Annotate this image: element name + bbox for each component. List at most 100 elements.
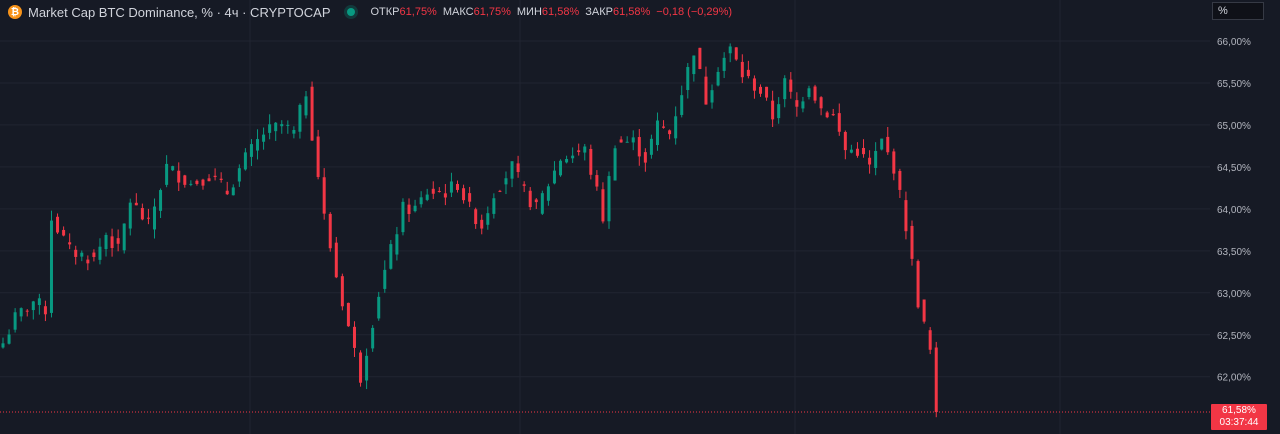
candle <box>898 168 902 199</box>
last-price-tag: 61,58% 03:37:44 <box>1211 404 1267 430</box>
candle <box>904 191 908 240</box>
candle-body <box>110 236 114 249</box>
candle-body <box>225 190 229 195</box>
candle <box>359 350 363 387</box>
candle <box>262 127 266 150</box>
candle <box>613 145 617 181</box>
bitcoin-icon: ₿ <box>8 5 22 19</box>
symbol-title[interactable]: Market Cap BTC Dominance, % · 4ч · CRYPT… <box>28 5 331 20</box>
candle <box>868 150 872 174</box>
candle-body <box>413 205 417 212</box>
candle <box>680 85 684 118</box>
candle <box>480 214 484 235</box>
candle-body <box>565 158 569 163</box>
candle <box>171 165 175 172</box>
close-value: 61,58% <box>612 6 651 18</box>
y-tick-label: 64,00% <box>1217 205 1251 216</box>
candle-body <box>880 138 884 150</box>
price-chart[interactable]: 62,00% 62,50% 63,00% 63,50% 64,00% 64,50% 65,0… <box>0 0 1280 434</box>
candle-body <box>898 170 902 190</box>
candle-body <box>746 69 750 77</box>
candle-body <box>328 213 332 249</box>
candle <box>528 187 532 211</box>
y-tick-label: 64,50% <box>1217 163 1251 174</box>
candle <box>37 293 41 315</box>
candle-body <box>56 216 60 233</box>
candle-body <box>637 137 641 157</box>
chart-legend: ₿ Market Cap BTC Dominance, % · 4ч · CRY… <box>8 3 732 21</box>
candle-body <box>486 213 490 225</box>
y-tick-label: 63,50% <box>1217 247 1251 258</box>
candle <box>183 174 187 188</box>
candle-body <box>862 147 866 155</box>
candle-body <box>492 198 496 214</box>
candle-body <box>668 130 672 135</box>
candle <box>207 174 211 182</box>
candle-body <box>298 104 302 132</box>
candle <box>25 309 29 317</box>
candle <box>128 198 132 236</box>
candle-body <box>498 190 502 192</box>
last-price-value: 61,58% <box>1222 405 1256 416</box>
candle-body <box>631 137 635 143</box>
candle-body <box>322 177 326 214</box>
axis-unit-box[interactable]: % <box>1212 2 1264 20</box>
candle <box>783 75 787 108</box>
candle <box>86 255 90 271</box>
candle <box>698 47 702 70</box>
candle-body <box>7 334 11 344</box>
candle <box>643 148 647 172</box>
candle <box>62 226 66 237</box>
candle-body <box>892 151 896 174</box>
candle <box>922 299 926 324</box>
candle-body <box>316 136 320 177</box>
candle <box>280 120 284 134</box>
candle-body <box>516 163 520 173</box>
candle <box>256 129 260 160</box>
candle-body <box>310 86 314 141</box>
candle <box>213 168 217 181</box>
market-status-icon <box>346 8 355 16</box>
candle-body <box>740 61 744 78</box>
candle-body <box>146 217 150 219</box>
candle <box>601 182 605 224</box>
candle-body <box>655 120 659 146</box>
candle-body <box>462 188 466 201</box>
candle <box>934 341 938 418</box>
candle-body <box>443 193 447 198</box>
candle-body <box>407 204 411 215</box>
candle-body <box>86 259 90 264</box>
candle <box>401 198 405 236</box>
candle-body <box>340 276 344 307</box>
candle-body <box>595 175 599 187</box>
candle-body <box>698 47 702 70</box>
candle-body <box>292 129 296 134</box>
candle <box>486 206 490 230</box>
candle-body <box>37 298 41 306</box>
candle <box>728 43 732 63</box>
candle-body <box>795 100 799 107</box>
candle <box>710 84 714 109</box>
candle-body <box>371 327 375 349</box>
candle <box>880 138 884 151</box>
candle-body <box>195 180 199 184</box>
candle-body <box>934 347 938 412</box>
candle <box>146 208 150 225</box>
candle-body <box>783 78 787 100</box>
candle-body <box>395 234 399 255</box>
candle-body <box>904 200 908 232</box>
candle-body <box>607 176 611 222</box>
candle-body <box>80 252 84 257</box>
candle-body <box>710 90 714 103</box>
candle-body <box>92 252 96 258</box>
candle <box>559 159 563 177</box>
candle-body <box>456 183 459 190</box>
candle <box>668 129 672 140</box>
candle-body <box>231 187 235 196</box>
low-value: 61,58% <box>541 6 580 18</box>
candle <box>722 52 726 79</box>
candle-body <box>583 146 587 153</box>
candle <box>352 321 356 357</box>
candle-body <box>534 199 538 203</box>
candle-body <box>346 302 350 327</box>
